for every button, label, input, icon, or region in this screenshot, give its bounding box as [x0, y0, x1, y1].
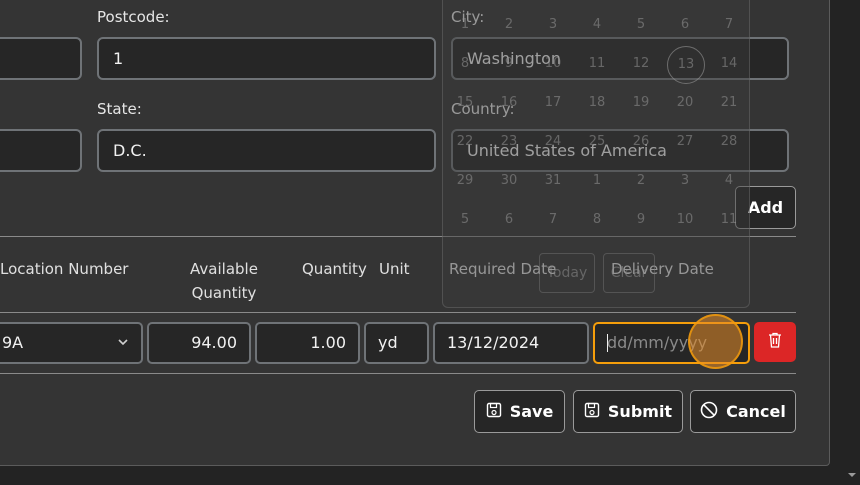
calendar-day[interactable]: 28 [714, 134, 744, 149]
click-indicator [688, 314, 743, 369]
calendar-day[interactable]: 9 [626, 212, 656, 227]
header-location-number: Location Number [0, 260, 129, 278]
calendar-day[interactable]: 25 [582, 134, 612, 149]
calendar-day[interactable]: 31 [538, 173, 568, 188]
calendar-day[interactable]: 23 [494, 134, 524, 149]
calendar-day[interactable]: 26 [626, 134, 656, 149]
calendar-today-button[interactable]: Today [539, 253, 595, 293]
trash-icon [768, 332, 782, 352]
delete-row-button[interactable] [754, 322, 796, 362]
calendar-day[interactable]: 4 [714, 173, 744, 188]
cancel-label: Cancel [726, 402, 786, 421]
submit-label: Submit [607, 402, 673, 421]
calendar-day[interactable]: 15 [450, 95, 480, 110]
calendar-day[interactable]: 8 [450, 56, 480, 71]
calendar-day[interactable]: 7 [714, 17, 744, 32]
text-cursor [607, 334, 608, 352]
calendar-day[interactable]: 11 [714, 212, 744, 227]
postcode-input[interactable]: 1 [97, 37, 436, 80]
calendar-day[interactable]: 1 [582, 173, 612, 188]
header-available-quantity: Available Quantity [190, 260, 258, 302]
cancel-button[interactable]: Cancel [690, 390, 796, 433]
calendar-day[interactable]: 2 [494, 17, 524, 32]
state-label: State: [97, 100, 142, 118]
state-input[interactable]: D.C. [97, 129, 436, 172]
calendar-clear-button[interactable]: Clear [603, 253, 655, 293]
required-date-input[interactable]: 13/12/2024 [433, 322, 589, 364]
calendar-day[interactable]: 6 [670, 17, 700, 32]
calendar-day[interactable]: 30 [494, 173, 524, 188]
calendar-day[interactable]: 19 [626, 95, 656, 110]
calendar-day[interactable]: 16 [494, 95, 524, 110]
calendar-day[interactable]: 20 [670, 95, 700, 110]
header-divider [0, 312, 796, 313]
calendar-day[interactable]: 2 [626, 173, 656, 188]
calendar-day[interactable]: 1 [450, 17, 480, 32]
calendar-day[interactable]: 12 [626, 56, 656, 71]
calendar-day[interactable]: 17 [538, 95, 568, 110]
row-divider [0, 373, 796, 374]
scroll-down-arrow[interactable] [846, 466, 858, 478]
calendar-day[interactable]: 10 [538, 56, 568, 71]
calendar-day[interactable]: 7 [538, 212, 568, 227]
datepicker-popup: 1 2 3 4 5 6 7 8 9 10 11 12 13 14 15 16 17 18 19 20 21 22 23 24 2… [442, 0, 750, 308]
calendar-day[interactable]: 13 [667, 46, 705, 84]
postcode-label: Postcode: [97, 8, 170, 26]
ban-icon [700, 401, 718, 423]
save-button[interactable]: Save [474, 390, 565, 433]
calendar-day[interactable]: 11 [582, 56, 612, 71]
calendar-day[interactable]: 29 [450, 173, 480, 188]
calendar-day[interactable]: 3 [538, 17, 568, 32]
calendar-day[interactable]: 6 [494, 212, 524, 227]
chevron-down-icon [117, 324, 129, 376]
quantity-input[interactable]: 1.00 [255, 322, 360, 364]
submit-button[interactable]: Submit [573, 390, 683, 433]
calendar-day[interactable]: 5 [450, 212, 480, 227]
header-unit: Unit [379, 260, 410, 278]
calendar-day[interactable]: 24 [538, 134, 568, 149]
address-field-left-2[interactable] [0, 129, 82, 172]
location-select[interactable]: 9A [0, 322, 143, 364]
calendar-day[interactable]: 14 [714, 56, 744, 71]
calendar-day[interactable]: 10 [670, 212, 700, 227]
calendar-day[interactable]: 3 [670, 173, 700, 188]
calendar-day[interactable]: 27 [670, 134, 700, 149]
calendar-day[interactable]: 21 [714, 95, 744, 110]
calendar-day[interactable]: 22 [450, 134, 480, 149]
available-quantity-cell: 94.00 [147, 322, 251, 364]
submit-icon [584, 402, 600, 422]
location-value: 9A [2, 333, 24, 352]
calendar-day[interactable]: 18 [582, 95, 612, 110]
save-label: Save [509, 402, 554, 421]
calendar-day[interactable]: 8 [582, 212, 612, 227]
unit-cell: yd [364, 322, 429, 364]
address-field-left[interactable] [0, 37, 82, 80]
header-quantity: Quantity [302, 260, 367, 278]
calendar-day[interactable]: 5 [626, 17, 656, 32]
save-icon [486, 402, 502, 422]
calendar-day[interactable]: 4 [582, 17, 612, 32]
add-label: Add [747, 198, 784, 217]
calendar-day[interactable]: 9 [494, 56, 524, 71]
